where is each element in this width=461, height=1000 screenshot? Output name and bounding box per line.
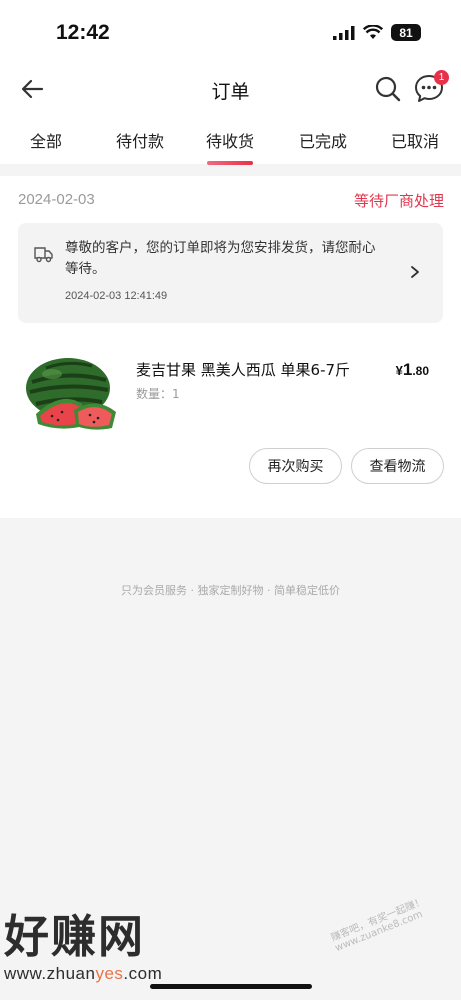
watermark-url-post: .com <box>123 964 163 983</box>
tab-cancelled[interactable]: 已取消 <box>391 128 439 152</box>
view-logistics-button[interactable]: 查看物流 <box>351 448 444 484</box>
watermark-url: www.zhuanyes.com <box>4 964 162 984</box>
status-bar: 12:42 81 <box>0 0 461 62</box>
status-icons: 81 <box>333 24 421 41</box>
battery-icon: 81 <box>391 24 421 41</box>
notice-text: 尊敬的客户，您的订单即将为您安排发货，请您耐心等待。 <box>65 240 376 277</box>
delivery-truck-icon <box>34 247 53 263</box>
shipping-notice[interactable]: 尊敬的客户，您的订单即将为您安排发货，请您耐心等待。 2024-02-03 12… <box>18 223 443 323</box>
order-date: 2024-02-03 <box>18 191 95 208</box>
price-integer: 1 <box>402 360 413 379</box>
tab-completed[interactable]: 已完成 <box>299 128 347 152</box>
watermark-url-highlight: yes <box>95 964 124 983</box>
wifi-icon <box>363 25 383 39</box>
order-card[interactable]: 2024-02-03 等待厂商处理 尊敬的客户，您的订单即将为您安排发货，请您耐… <box>0 176 461 518</box>
price-decimal: .80 <box>412 364 429 378</box>
product-quantity: 数量：1 <box>136 387 180 401</box>
notice-time: 2024-02-03 12:41:49 <box>65 290 168 302</box>
signal-icon <box>333 25 355 40</box>
footer-slogan: 只为会员服务 · 独家定制好物 · 简单稳定低价 <box>121 584 340 597</box>
nav-bar: 订单 1 <box>0 62 461 118</box>
tab-pending-receipt[interactable]: 待收货 <box>206 128 255 165</box>
product-name[interactable]: 麦吉甘果 黑美人西瓜 单果6-7斤 <box>136 359 350 380</box>
status-time: 12:42 <box>56 21 110 44</box>
price-currency: ¥ <box>395 363 403 378</box>
active-tab-indicator <box>207 161 253 165</box>
order-tabs: 全部 待付款 待收货 已完成 已取消 <box>0 118 461 165</box>
product-price: ¥1.80 <box>396 360 429 380</box>
tab-pending-receipt-label: 待收货 <box>206 132 255 151</box>
home-indicator[interactable] <box>150 984 312 989</box>
chevron-right-icon <box>411 266 419 278</box>
message-badge: 1 <box>434 70 449 85</box>
tab-pending-payment[interactable]: 待付款 <box>116 128 164 152</box>
watermark-side-text: 赚客吧，有奖一起赚！www.zuanke8.com <box>329 896 427 955</box>
watermark-logo-text: 好赚网 <box>4 910 146 963</box>
tab-all[interactable]: 全部 <box>30 128 62 152</box>
rebuy-button[interactable]: 再次购买 <box>249 448 342 484</box>
search-icon[interactable] <box>373 74 403 104</box>
message-button[interactable]: 1 <box>413 70 449 104</box>
order-status: 等待厂商处理 <box>353 192 444 210</box>
watermark-url-pre: www.zhuan <box>4 964 96 983</box>
watermelon-product-image[interactable] <box>22 352 120 434</box>
site-watermark: 好赚网 www.zhuanyes.com <box>4 912 162 984</box>
